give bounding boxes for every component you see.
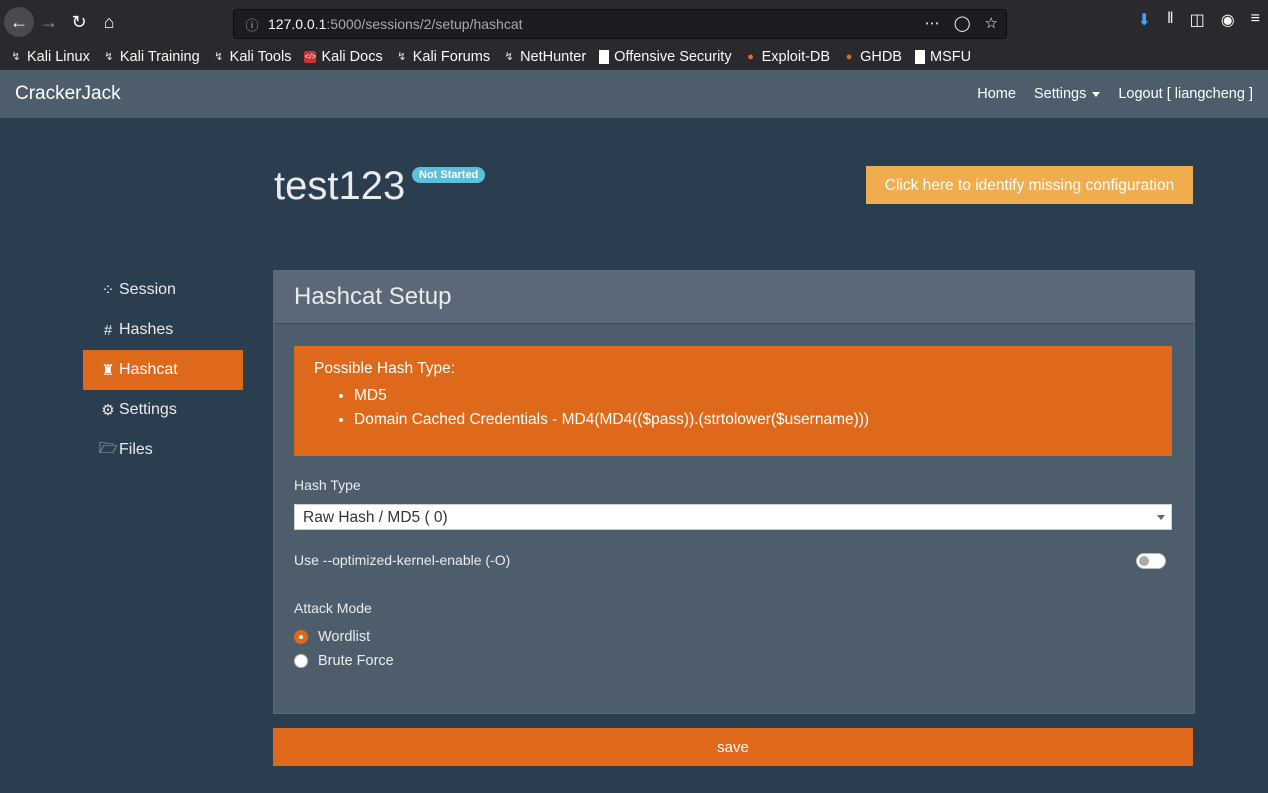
spinner-icon: ⁘	[101, 282, 115, 299]
hash-type-list: MD5 Domain Cached Credentials - MD4(MD4(…	[334, 384, 869, 432]
brute-force-radio[interactable]	[294, 654, 308, 668]
bookmark-exploit-db[interactable]: ● Exploit-DB	[745, 49, 830, 65]
bookmark-kali-docs[interactable]: </> Kali Docs	[304, 49, 383, 65]
docs-icon: </>	[304, 51, 317, 63]
app-navbar: CrackerJack Home Settings Logout [ liang…	[0, 70, 1268, 118]
download-icon[interactable]: ⬇	[1138, 10, 1151, 30]
sidebar-item-settings[interactable]: ⚙ Settings	[83, 390, 243, 430]
library-icon[interactable]: ‖	[1167, 10, 1174, 30]
attack-mode-wordlist-option[interactable]: Wordlist	[294, 629, 370, 645]
kali-icon: ↯	[397, 51, 407, 63]
sidebar-toggle-icon[interactable]: ◫	[1190, 10, 1205, 30]
bookmark-kali-tools[interactable]: ↯ Kali Tools	[213, 49, 291, 65]
hashcat-setup-panel: Hashcat Setup Possible Hash Type: MD5 Do…	[273, 270, 1195, 714]
url-host: 127.0.0.1	[268, 16, 327, 32]
list-item: Domain Cached Credentials - MD4(MD4(($pa…	[354, 408, 869, 432]
status-badge: Not Started	[412, 167, 486, 183]
hash-icon: #	[103, 321, 113, 339]
ghdb-icon: ●	[845, 51, 853, 63]
chevron-down-icon	[1157, 515, 1165, 520]
forward-icon[interactable]: →	[34, 7, 64, 37]
sidebar-item-session[interactable]: ⁘ Session	[83, 270, 243, 310]
optimized-kernel-label: Use --optimized-kernel-enable (-O)	[294, 552, 511, 568]
sidebar-item-hashcat[interactable]: ♜ Hashcat	[83, 350, 243, 390]
sidebar-item-files[interactable]: 🗁 Files	[83, 430, 243, 470]
attack-mode-label: Attack Mode	[294, 600, 372, 616]
info-icon[interactable]: ⓘ	[240, 15, 264, 34]
brand-link[interactable]: CrackerJack	[15, 83, 121, 105]
optimized-kernel-toggle[interactable]	[1136, 553, 1166, 569]
bookmark-kali-forums[interactable]: ↯ Kali Forums	[396, 49, 490, 65]
sidebar: ⁘ Session # Hashes ♜ Hashcat ⚙ Settings …	[83, 270, 243, 470]
cat-icon: ♜	[101, 362, 115, 379]
list-item: MD5	[354, 384, 869, 408]
kali-icon: ↯	[214, 51, 224, 63]
sidebar-item-label: Settings	[119, 401, 177, 418]
caret-down-icon	[1092, 91, 1101, 97]
sidebar-item-label: Session	[119, 281, 176, 298]
attack-mode-bruteforce-option[interactable]: Brute Force	[294, 653, 394, 669]
browser-toolbar: ← → ↻ ⌂ ⓘ 127.0.0.1:5000/sessions/2/setu…	[0, 0, 1268, 44]
sidebar-item-hashes[interactable]: # Hashes	[83, 310, 243, 350]
kali-icon: ↯	[11, 51, 21, 63]
identify-missing-config-button[interactable]: Click here to identify missing configura…	[866, 166, 1193, 204]
nav-logout-link[interactable]: Logout [ liangcheng ]	[1118, 86, 1253, 102]
nav-settings-label: Settings	[1033, 86, 1087, 102]
panel-title: Hashcat Setup	[294, 283, 452, 310]
reload-icon[interactable]: ↻	[64, 7, 94, 37]
sidebar-item-label: Files	[119, 441, 153, 458]
bookmark-kali-linux[interactable]: ↯ Kali Linux	[10, 49, 89, 65]
alert-title: Possible Hash Type:	[314, 360, 456, 377]
nav-settings-dropdown[interactable]: Settings	[1033, 86, 1101, 102]
wordlist-radio[interactable]	[294, 630, 308, 644]
offsec-icon	[599, 50, 610, 64]
hash-type-alert: Possible Hash Type: MD5 Domain Cached Cr…	[294, 346, 1172, 456]
home-icon[interactable]: ⌂	[94, 7, 124, 37]
toggle-knob	[1139, 556, 1149, 566]
bookmark-nethunter[interactable]: ↯ NetHunter	[503, 49, 586, 65]
page-title: test123	[274, 164, 406, 208]
bookmark-msfu[interactable]: MSFU	[914, 49, 971, 65]
folder-open-icon: 🗁	[99, 439, 118, 457]
wordlist-label: Wordlist	[318, 629, 371, 645]
save-button[interactable]: save	[273, 728, 1193, 766]
exploit-db-icon: ●	[747, 51, 754, 63]
account-icon[interactable]: ◉	[1221, 10, 1235, 30]
nav-home-link[interactable]: Home	[977, 86, 1016, 102]
bookmark-kali-training[interactable]: ↯ Kali Training	[103, 49, 199, 65]
menu-icon[interactable]: ≡	[1251, 10, 1260, 30]
hash-type-select[interactable]: Raw Hash / MD5 ( 0)	[294, 504, 1172, 530]
brute-force-label: Brute Force	[318, 653, 394, 669]
hash-type-value: Raw Hash / MD5 ( 0)	[303, 509, 448, 526]
sidebar-item-label: Hashcat	[119, 361, 178, 378]
hash-type-label: Hash Type	[294, 477, 361, 493]
more-actions-icon[interactable]: ⋯	[925, 14, 940, 32]
pocket-icon[interactable]: ◯	[954, 14, 971, 32]
url-path: :5000/sessions/2/setup/hashcat	[326, 16, 523, 32]
bookmark-offensive-security[interactable]: Offensive Security	[599, 49, 732, 65]
panel-header: Hashcat Setup	[274, 271, 1194, 324]
bookmark-ghdb[interactable]: ● GHDB	[843, 49, 902, 65]
url-bar[interactable]: ⓘ 127.0.0.1:5000/sessions/2/setup/hashca…	[233, 9, 1007, 39]
back-icon[interactable]: ←	[4, 7, 34, 37]
bookmark-star-icon[interactable]: ☆	[985, 14, 998, 32]
sidebar-item-label: Hashes	[119, 321, 174, 338]
kali-icon: ↯	[104, 51, 114, 63]
bookmarks-bar: ↯ Kali Linux ↯ Kali Training ↯ Kali Tools <…	[0, 44, 1268, 70]
nethunter-icon: ↯	[504, 51, 514, 63]
gear-icon: ⚙	[101, 402, 115, 419]
msfu-icon	[914, 50, 925, 64]
